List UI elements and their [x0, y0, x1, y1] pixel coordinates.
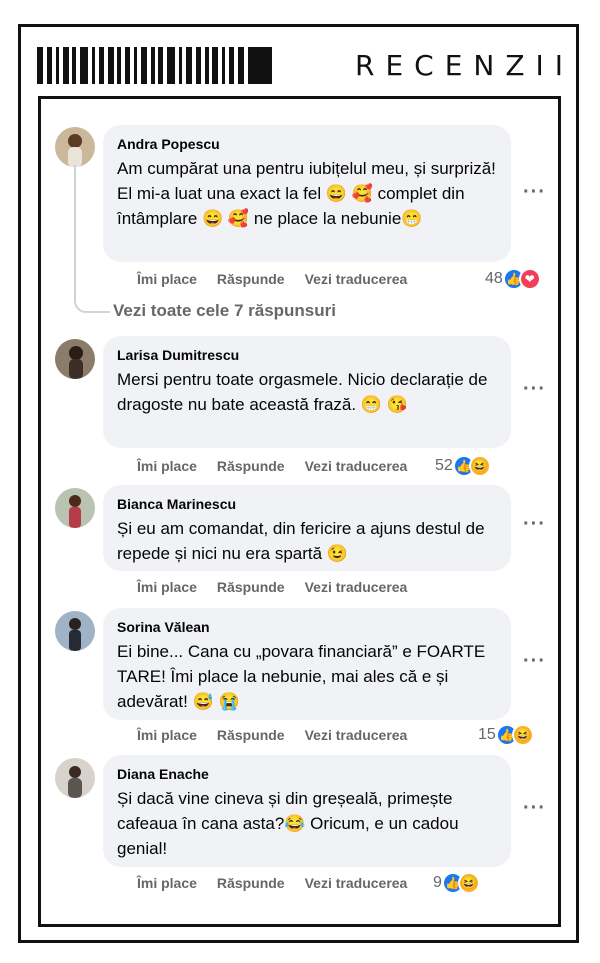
reply-button[interactable]: Răspunde [217, 579, 285, 595]
like-button[interactable]: Îmi place [137, 875, 197, 891]
comment-text: Am cumpărat una pentru iubițelul meu, și… [117, 159, 496, 228]
translate-button[interactable]: Vezi traducerea [305, 875, 408, 891]
comment-text: Mersi pentru toate orgasmele. Nicio decl… [117, 370, 488, 414]
more-options-icon[interactable]: ··· [523, 181, 546, 204]
reaction-count: 52 [435, 457, 453, 474]
page-title: RECENZII [355, 49, 575, 82]
avatar[interactable] [55, 488, 95, 528]
barcode-icon [37, 47, 310, 84]
haha-icon: 😆 [457, 872, 480, 894]
reaction-summary[interactable]: 48 👍 ❤ [485, 268, 541, 290]
reaction-count: 48 [485, 270, 503, 287]
comment-actions: Îmi place Răspunde Vezi traducerea [137, 271, 407, 287]
translate-button[interactable]: Vezi traducerea [305, 271, 408, 287]
like-button[interactable]: Îmi place [137, 579, 197, 595]
comment-bubble: Sorina Vălean Ei bine... Cana cu „povara… [103, 608, 511, 720]
comment-bubble: Larisa Dumitrescu Mersi pentru toate org… [103, 336, 511, 448]
comment-actions: Îmi place Răspunde Vezi traducerea [137, 579, 407, 595]
reaction-count: 9 [433, 874, 442, 891]
like-button[interactable]: Îmi place [137, 727, 197, 743]
commenter-name[interactable]: Sorina Vălean [117, 618, 497, 636]
reaction-summary[interactable]: 15 👍 😆 [478, 724, 534, 746]
commenter-name[interactable]: Bianca Marinescu [117, 495, 497, 513]
reply-thread-line [74, 165, 110, 313]
haha-icon: 😆 [511, 724, 534, 746]
see-all-replies-link[interactable]: Vezi toate cele 7 răspunsuri [113, 301, 336, 321]
comment-actions: Îmi place Răspunde Vezi traducerea [137, 458, 407, 474]
comment-bubble: Diana Enache Și dacă vine cineva și din … [103, 755, 511, 867]
comment-actions: Îmi place Răspunde Vezi traducerea [137, 727, 407, 743]
translate-button[interactable]: Vezi traducerea [305, 727, 408, 743]
more-options-icon[interactable]: ··· [523, 797, 546, 820]
reply-button[interactable]: Răspunde [217, 875, 285, 891]
comment-text: Ei bine... Cana cu „povara financiară” e… [117, 642, 486, 711]
commenter-name[interactable]: Larisa Dumitrescu [117, 346, 497, 364]
reply-button[interactable]: Răspunde [217, 458, 285, 474]
comment-text: Și dacă vine cineva și din greșeală, pri… [117, 789, 459, 858]
comment-actions: Îmi place Răspunde Vezi traducerea [137, 875, 407, 891]
reaction-summary[interactable]: 52 👍 😆 [435, 455, 491, 477]
love-icon: ❤ [518, 268, 541, 290]
translate-button[interactable]: Vezi traducerea [305, 458, 408, 474]
reaction-summary[interactable]: 9 👍 😆 [433, 872, 480, 894]
comment-bubble: Bianca Marinescu Și eu am comandat, din … [103, 485, 511, 571]
more-options-icon[interactable]: ··· [523, 513, 546, 536]
reply-button[interactable]: Răspunde [217, 271, 285, 287]
comment-bubble: Andra Popescu Am cumpărat una pentru iub… [103, 125, 511, 262]
commenter-name[interactable]: Andra Popescu [117, 135, 497, 153]
avatar[interactable] [55, 339, 95, 379]
comment-text: Și eu am comandat, din fericire a ajuns … [117, 519, 485, 563]
haha-icon: 😆 [468, 455, 491, 477]
reply-button[interactable]: Răspunde [217, 727, 285, 743]
avatar[interactable] [55, 127, 95, 167]
like-button[interactable]: Îmi place [137, 271, 197, 287]
like-button[interactable]: Îmi place [137, 458, 197, 474]
translate-button[interactable]: Vezi traducerea [305, 579, 408, 595]
avatar[interactable] [55, 611, 95, 651]
more-options-icon[interactable]: ··· [523, 378, 546, 401]
comments-panel: Andra Popescu Am cumpărat una pentru iub… [38, 96, 561, 927]
reaction-count: 15 [478, 726, 496, 743]
avatar[interactable] [55, 758, 95, 798]
commenter-name[interactable]: Diana Enache [117, 765, 497, 783]
more-options-icon[interactable]: ··· [523, 650, 546, 673]
